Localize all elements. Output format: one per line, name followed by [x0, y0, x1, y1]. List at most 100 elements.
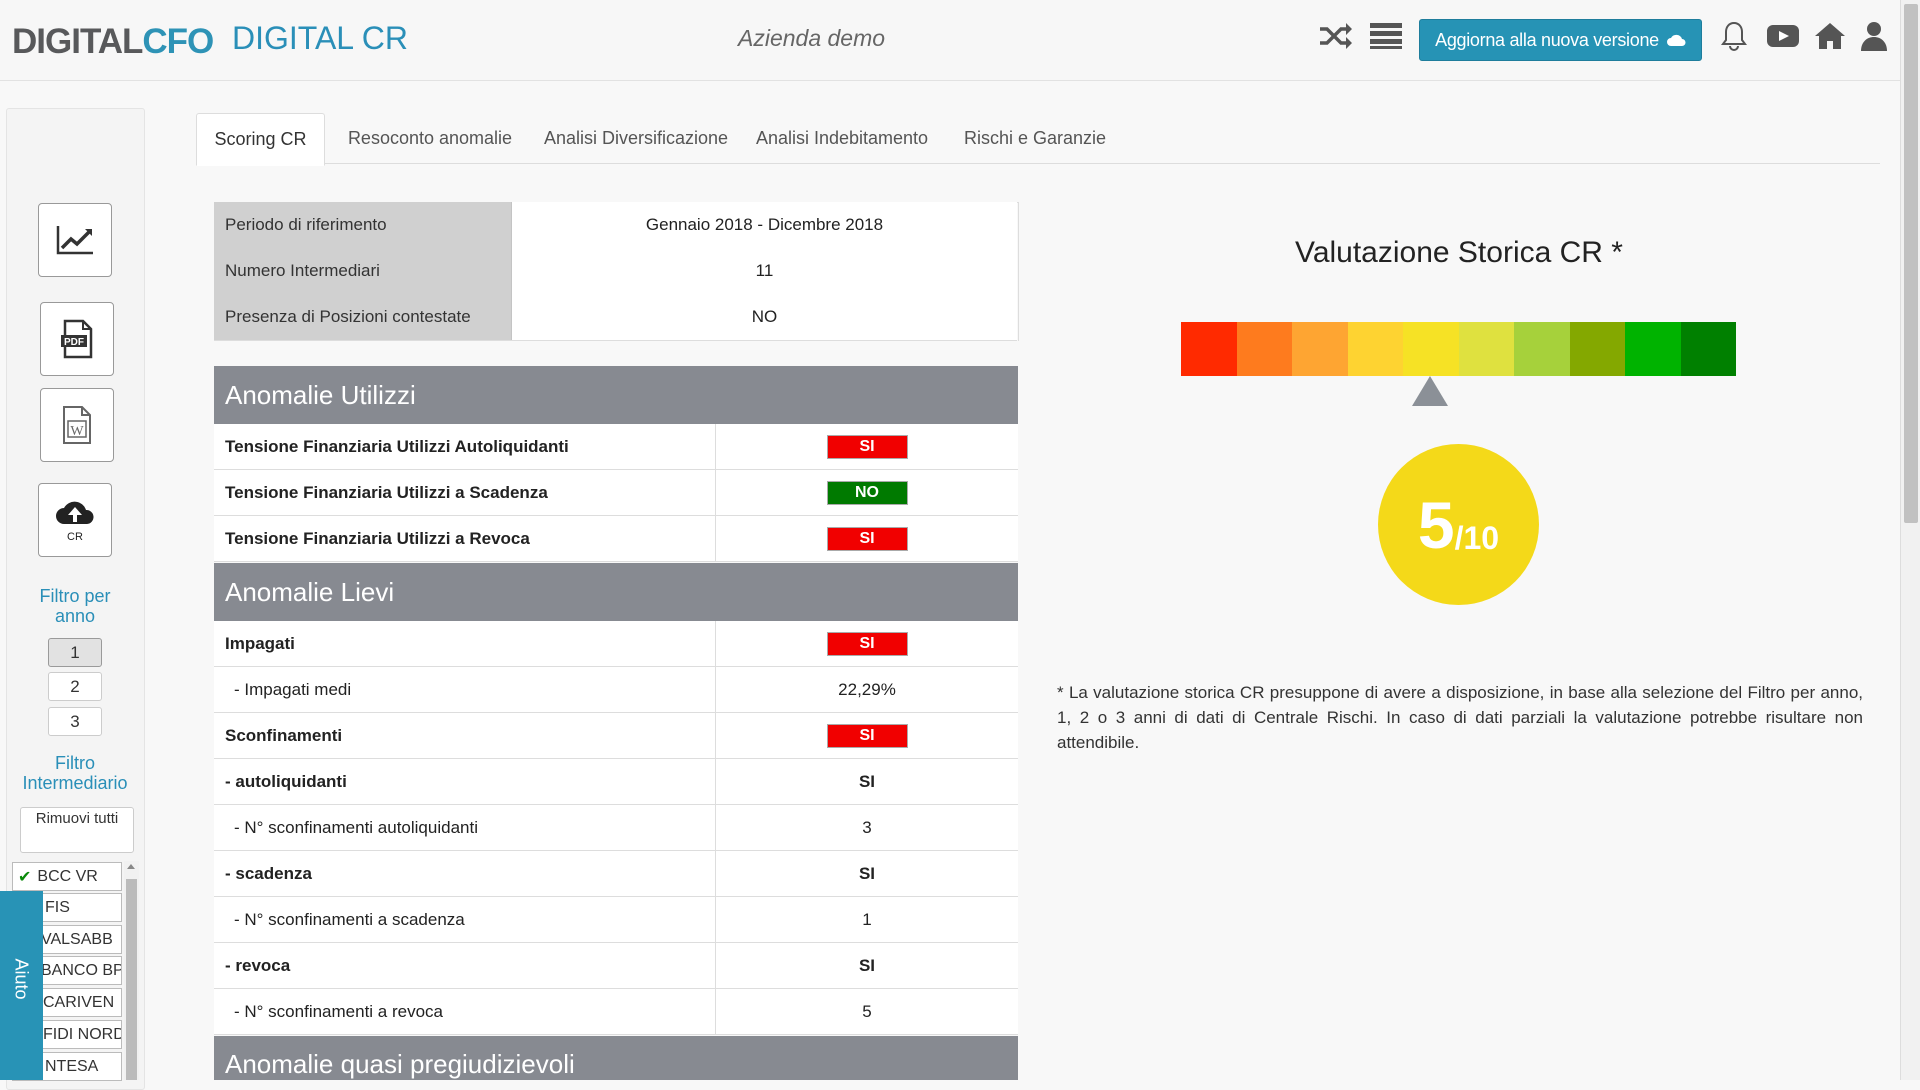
scale-segment: [1347, 322, 1403, 376]
row-label: - N° sconfinamenti a scadenza: [234, 909, 465, 929]
status-badge: SI: [826, 526, 908, 551]
cr-button-label: CR: [67, 531, 83, 543]
scale-segment: [1458, 322, 1514, 376]
upgrade-button-label: Aggiorna alla nuova versione: [1435, 29, 1659, 50]
info-key: Presenza di Posizioni contestate: [214, 294, 512, 340]
valutazione-title: Valutazione Storica CR *: [1295, 236, 1623, 269]
tab-bar: Scoring CR Resoconto anomalie Analisi Di…: [196, 113, 1880, 166]
row-label: - scadenza: [225, 863, 312, 883]
row-label: - Impagati medi: [234, 679, 352, 699]
row-label: - revoca: [225, 955, 291, 975]
row-label: Tensione Finanziaria Utilizzi a Scadenza: [225, 482, 548, 502]
cloud-icon: [1666, 34, 1686, 46]
table-row: Impagati SI: [214, 621, 1018, 667]
scale-segment: [1625, 322, 1681, 376]
tab-resoconto-anomalie[interactable]: Resoconto anomalie: [339, 113, 521, 163]
row-label: - N° sconfinamenti autoliquidanti: [234, 817, 478, 837]
scale-segment: [1292, 322, 1348, 376]
user-icon[interactable]: [1856, 18, 1892, 54]
year-filter-1[interactable]: 1: [48, 638, 102, 667]
row-value: 1: [862, 909, 872, 929]
info-row: Periodo di riferimento Gennaio 2018 - Di…: [214, 202, 1017, 249]
row-value: SI: [858, 863, 876, 883]
intermediary-label: BANCO BP: [41, 961, 122, 979]
app-title: DIGITAL CR: [232, 20, 409, 56]
chart-button[interactable]: [38, 203, 112, 277]
year-filter-3[interactable]: 3: [48, 707, 102, 736]
cr-upload-button[interactable]: CR: [38, 483, 112, 557]
tab-rischi-garanzie[interactable]: Rischi e Garanzie: [961, 113, 1109, 163]
help-tab[interactable]: Aiuto: [0, 891, 43, 1080]
intermediary-label: FIS: [45, 898, 70, 916]
remove-all-button[interactable]: Rimuovi tutti: [20, 807, 134, 853]
scale-pointer-icon: [1412, 376, 1448, 406]
row-label: Sconfinamenti: [225, 725, 343, 745]
company-name: Azienda demo: [738, 25, 886, 51]
table-row: Sconfinamenti SI: [214, 713, 1018, 759]
upgrade-button[interactable]: Aggiorna alla nuova versione: [1419, 19, 1702, 61]
info-row: Numero Intermediari 11: [214, 248, 1017, 295]
table-row: Tensione Finanziaria Utilizzi a Revoca S…: [214, 516, 1018, 562]
table-row: - scadenza SI: [214, 851, 1018, 897]
table-row: - N° sconfinamenti a scadenza 1: [214, 897, 1018, 943]
tab-scoring-cr[interactable]: Scoring CR: [196, 113, 325, 166]
intermediary-scrollbar[interactable]: [124, 861, 139, 1080]
page-scrollbar[interactable]: [1900, 0, 1920, 1080]
scale-segment: [1569, 322, 1625, 376]
section-header-anomalie-lievi: Anomalie Lievi: [214, 563, 1018, 621]
section-header-anomalie-quasi-pregiudizievoli: Anomalie quasi pregiudizievoli: [214, 1036, 1018, 1080]
score-value: 5: [1417, 487, 1455, 562]
table-row: - Impagati medi 22,29%: [214, 667, 1018, 713]
check-icon: ✔: [18, 868, 32, 886]
intermediary-filter-label: Filtro Intermediario: [22, 753, 128, 793]
row-value: 5: [862, 1001, 872, 1021]
logo-text-digital: DIGITAL: [12, 22, 143, 61]
intermediary-label: VALSABB: [41, 930, 113, 948]
youtube-icon[interactable]: [1765, 18, 1801, 54]
pdf-export-button[interactable]: PDF: [40, 302, 114, 376]
menu-list-icon[interactable]: [1368, 18, 1404, 54]
row-value: SI: [858, 771, 876, 791]
row-label: Tensione Finanziaria Utilizzi Autoliquid…: [225, 436, 569, 456]
tab-analisi-indebitamento[interactable]: Analisi Indebitamento: [752, 113, 932, 163]
table-row: Tensione Finanziaria Utilizzi a Scadenza…: [214, 470, 1018, 516]
intermediary-label: BCC VR: [37, 867, 98, 885]
status-badge: SI: [826, 723, 908, 748]
scale-segment: [1403, 322, 1459, 376]
info-value: 11: [755, 261, 774, 280]
home-icon[interactable]: [1812, 18, 1848, 54]
digitalcfo-logo[interactable]: DIGITALCFO: [12, 22, 214, 62]
row-value: 3: [862, 817, 872, 837]
info-key: Numero Intermediari: [214, 248, 512, 294]
intermediary-label: FIDI NORD: [43, 1025, 122, 1043]
status-badge: NO: [826, 480, 908, 505]
year-filter-label: Filtro per anno: [39, 586, 111, 626]
shuffle-icon[interactable]: [1318, 18, 1354, 54]
pdf-file-icon: PDF: [61, 319, 93, 359]
status-badge: SI: [826, 434, 908, 459]
status-badge: SI: [826, 631, 908, 656]
page-scrollbar-thumb[interactable]: [1904, 4, 1918, 523]
table-row: - N° sconfinamenti a revoca 5: [214, 989, 1018, 1035]
bell-icon[interactable]: [1716, 18, 1752, 54]
table-row: - revoca SI: [214, 943, 1018, 989]
scale-segment: [1181, 322, 1237, 376]
tab-analisi-diversificazione[interactable]: Analisi Diversificazione: [538, 113, 734, 163]
help-tab-label: Aiuto: [11, 958, 32, 1000]
row-label: - autoliquidanti: [225, 771, 347, 791]
intermediary-scrollbar-thumb[interactable]: [126, 879, 137, 1080]
info-row: Presenza di Posizioni contestate NO: [214, 294, 1017, 341]
rating-color-scale: [1181, 322, 1736, 376]
word-export-button[interactable]: W: [40, 388, 114, 462]
info-key: Periodo di riferimento: [214, 202, 512, 248]
row-value: SI: [858, 955, 876, 975]
word-file-icon: W: [63, 406, 91, 444]
intermediary-item[interactable]: ✔ BCC VR: [12, 862, 122, 891]
year-filter-2[interactable]: 2: [48, 672, 102, 701]
intermediary-label: CARIVEN: [43, 993, 115, 1011]
section-header-anomalie-utilizzi: Anomalie Utilizzi: [214, 366, 1018, 424]
row-label: Tensione Finanziaria Utilizzi a Revoca: [225, 528, 530, 548]
info-value: Gennaio 2018 - Dicembre 2018: [645, 215, 884, 234]
info-value: NO: [751, 307, 778, 326]
scroll-up-arrow-icon[interactable]: [127, 864, 135, 869]
